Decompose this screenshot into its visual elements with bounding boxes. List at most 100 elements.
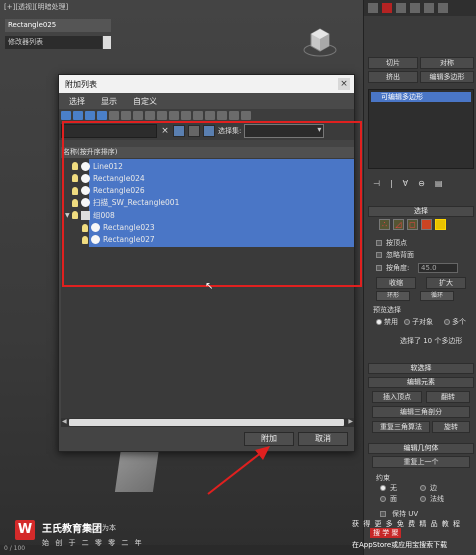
- select-none-icon[interactable]: [217, 111, 227, 120]
- edit-poly-button[interactable]: 编辑多边形: [420, 71, 474, 83]
- filter-bones-icon[interactable]: [157, 111, 167, 120]
- chevron-down-icon[interactable]: [103, 36, 111, 49]
- brand-slogan: 以人为本: [88, 524, 116, 532]
- preview-disabled-label: 禁用: [384, 318, 398, 326]
- filter-frozen-icon[interactable]: [181, 111, 191, 120]
- configure-sets-icon[interactable]: ▤: [435, 179, 443, 188]
- modifier-list-dropdown[interactable]: 修改器列表: [5, 36, 102, 49]
- constraint-normal-label: 法线: [430, 495, 444, 503]
- filter-xrefs-icon[interactable]: [145, 111, 155, 120]
- brand-logo: W: [15, 520, 35, 540]
- red-arrow-icon: [207, 446, 270, 495]
- selection-rollout[interactable]: 选择: [368, 206, 474, 217]
- brand-founded: 始 创 于 二 零 零 二 年: [42, 539, 144, 547]
- insert-vertex-button[interactable]: 插入顶点: [372, 391, 422, 403]
- edit-geometry-rollout[interactable]: 编辑几何体: [368, 443, 474, 454]
- stack-item-editable-poly[interactable]: 可编辑多边形: [371, 92, 471, 102]
- retriangulate-button[interactable]: 重复三角算法: [372, 421, 430, 433]
- pin-stack-icon[interactable]: ⊣: [373, 179, 380, 188]
- angle-field[interactable]: 45.0: [418, 263, 458, 273]
- slice-button[interactable]: 切片: [368, 57, 418, 69]
- flip-button[interactable]: 翻转: [426, 391, 470, 403]
- element-icon[interactable]: [435, 219, 446, 230]
- preview-multi-label: 多个: [452, 318, 466, 326]
- promo-line-2: 搜 学 聚: [370, 528, 402, 538]
- selection-status: 选择了 10 个多边形: [400, 337, 463, 345]
- constraints-label: 约束: [376, 474, 390, 482]
- sort-icon[interactable]: [241, 111, 251, 120]
- stack-tools: ⊣ | ∀ ⊖ ▤: [368, 177, 474, 190]
- shrink-button[interactable]: 收缩: [376, 277, 416, 289]
- constraint-normal-radio[interactable]: [420, 496, 426, 502]
- by-angle-checkbox[interactable]: [376, 265, 382, 271]
- preview-multi-radio[interactable]: [444, 319, 450, 325]
- loop-button[interactable]: 循环: [420, 291, 454, 301]
- filter-cameras-icon[interactable]: [97, 111, 107, 120]
- highlight-frame: [62, 121, 362, 287]
- dialog-titlebar[interactable]: 附加列表 ×: [59, 75, 354, 93]
- motion-tab-icon[interactable]: [410, 3, 420, 13]
- viewport-label[interactable]: [+][透视][明暗处理]: [4, 2, 68, 12]
- show-end-result-icon[interactable]: |: [390, 179, 393, 188]
- menu-display[interactable]: 显示: [101, 96, 117, 107]
- make-unique-icon[interactable]: ∀: [403, 179, 408, 188]
- create-tab-icon[interactable]: [368, 3, 378, 13]
- scrollbar-thumb[interactable]: [69, 419, 344, 426]
- hierarchy-tab-icon[interactable]: [396, 3, 406, 13]
- modify-tab-icon[interactable]: [382, 3, 392, 13]
- edit-elements-rollout[interactable]: 编辑元素: [368, 377, 474, 388]
- close-icon[interactable]: ×: [338, 78, 350, 90]
- extrude-button[interactable]: 挤出: [368, 71, 418, 83]
- scene-object: [114, 448, 160, 492]
- modifier-stack[interactable]: 可编辑多边形: [368, 89, 474, 169]
- horizontal-scrollbar[interactable]: ◀ ▶: [61, 418, 354, 427]
- by-vertex-checkbox[interactable]: [376, 240, 382, 246]
- filter-helpers-icon[interactable]: [109, 111, 119, 120]
- filter-groups-icon[interactable]: [133, 111, 143, 120]
- preview-disabled-radio[interactable]: [376, 319, 382, 325]
- repeat-last-button[interactable]: 重复上一个: [372, 456, 470, 468]
- menu-customize[interactable]: 自定义: [133, 96, 157, 107]
- rotate-button[interactable]: 旋转: [432, 421, 470, 433]
- filter-shapes-icon[interactable]: [73, 111, 83, 120]
- filter-hidden-icon[interactable]: [193, 111, 203, 120]
- select-invert-icon[interactable]: [229, 111, 239, 120]
- object-name-field[interactable]: Rectangle025: [5, 19, 111, 32]
- timeline-frame-left: 0 / 100: [4, 545, 26, 552]
- soft-selection-rollout[interactable]: 软选择: [368, 363, 474, 374]
- vertex-icon[interactable]: ∴: [379, 219, 390, 230]
- polygon-icon[interactable]: [421, 219, 432, 230]
- mouse-cursor-icon: ↖: [205, 281, 214, 292]
- constraint-none-radio[interactable]: [380, 485, 386, 491]
- viewcube-icon[interactable]: [303, 24, 337, 58]
- ring-button[interactable]: 环形: [376, 291, 410, 301]
- scroll-left-icon[interactable]: ◀: [62, 418, 67, 425]
- select-all-icon[interactable]: [205, 111, 215, 120]
- edge-icon[interactable]: ◿: [393, 219, 404, 230]
- constraint-face-radio[interactable]: [380, 496, 386, 502]
- border-icon[interactable]: ◻: [407, 219, 418, 230]
- by-vertex-label: 按顶点: [386, 239, 407, 247]
- utilities-tab-icon[interactable]: [438, 3, 448, 13]
- constraint-edge-label: 边: [430, 484, 437, 492]
- promo-line-3: 在AppStore或应用宝搜索下载: [352, 541, 448, 549]
- edit-triangulation-button[interactable]: 编辑三角剖分: [372, 406, 470, 418]
- filter-lights-icon[interactable]: [85, 111, 95, 120]
- preserve-uv-label: 保持 UV: [392, 510, 419, 518]
- display-tab-icon[interactable]: [424, 3, 434, 13]
- constraint-edge-radio[interactable]: [420, 485, 426, 491]
- menu-select[interactable]: 选择: [69, 96, 85, 107]
- filter-spacewarps-icon[interactable]: [121, 111, 131, 120]
- filter-geometry-icon[interactable]: [61, 111, 71, 120]
- symmetry-button[interactable]: 对称: [420, 57, 474, 69]
- remove-modifier-icon[interactable]: ⊖: [418, 179, 425, 188]
- preserve-uv-checkbox[interactable]: [380, 511, 386, 517]
- filter-containers-icon[interactable]: [169, 111, 179, 120]
- by-angle-label: 按角度:: [386, 264, 410, 272]
- cancel-button[interactable]: 取消: [298, 432, 348, 446]
- grow-button[interactable]: 扩大: [426, 277, 466, 289]
- preview-subobject-radio[interactable]: [404, 319, 410, 325]
- scroll-right-icon[interactable]: ▶: [348, 418, 353, 425]
- ignore-backfacing-checkbox[interactable]: [376, 252, 382, 258]
- panel-tabs: [364, 0, 476, 16]
